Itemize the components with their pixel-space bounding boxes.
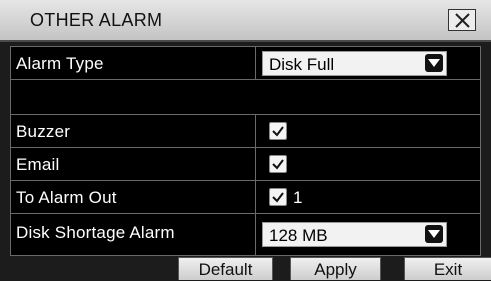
disk-shortage-value: 128 MB bbox=[269, 226, 328, 245]
column-divider bbox=[255, 47, 256, 79]
buzzer-label: Buzzer bbox=[16, 122, 71, 141]
checkmark-icon bbox=[272, 126, 284, 137]
disk-shortage-select[interactable]: 128 MB bbox=[262, 222, 447, 247]
checkmark-icon bbox=[272, 159, 284, 170]
column-divider bbox=[255, 214, 256, 255]
row-empty bbox=[11, 80, 480, 115]
alarm-type-select[interactable]: Disk Full bbox=[262, 51, 447, 76]
row-buzzer: Buzzer bbox=[11, 115, 480, 148]
dropdown-arrow-icon[interactable] bbox=[425, 54, 443, 72]
alarm-out-checkbox[interactable] bbox=[269, 188, 287, 206]
checkmark-icon bbox=[272, 192, 284, 203]
title-bar: OTHER ALARM bbox=[0, 0, 491, 42]
alarm-type-label: Alarm Type bbox=[16, 54, 104, 73]
buzzer-checkbox[interactable] bbox=[269, 122, 287, 140]
settings-table: Alarm Type Disk Full Buzzer Email To Ala… bbox=[10, 46, 481, 256]
row-email: Email bbox=[11, 148, 480, 181]
exit-button[interactable]: Exit bbox=[404, 257, 491, 280]
row-disk-shortage: Disk Shortage Alarm 128 MB bbox=[11, 214, 480, 255]
alarm-type-value: Disk Full bbox=[269, 55, 335, 74]
disk-shortage-label: Disk Shortage Alarm bbox=[16, 223, 175, 242]
close-icon bbox=[455, 13, 470, 28]
apply-button[interactable]: Apply bbox=[290, 257, 381, 280]
row-alarm-type: Alarm Type Disk Full bbox=[11, 47, 480, 80]
close-button[interactable] bbox=[448, 9, 476, 31]
column-divider bbox=[255, 148, 256, 180]
row-to-alarm-out: To Alarm Out 1 bbox=[11, 181, 480, 214]
alarm-out-channel: 1 bbox=[293, 188, 303, 207]
window-title: OTHER ALARM bbox=[30, 10, 163, 30]
to-alarm-out-label: To Alarm Out bbox=[16, 188, 117, 207]
email-label: Email bbox=[16, 155, 60, 174]
column-divider bbox=[255, 181, 256, 213]
default-button[interactable]: Default bbox=[178, 257, 273, 280]
email-checkbox[interactable] bbox=[269, 155, 287, 173]
dropdown-arrow-icon[interactable] bbox=[425, 225, 443, 243]
column-divider bbox=[255, 115, 256, 147]
